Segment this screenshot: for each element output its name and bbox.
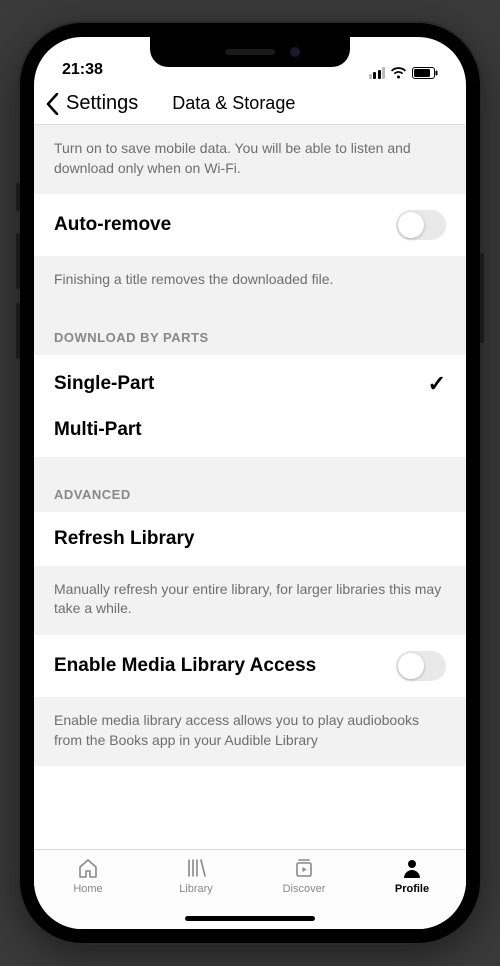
auto-remove-label: Auto-remove	[54, 214, 171, 236]
battery-icon	[412, 67, 438, 79]
tab-label: Home	[73, 883, 102, 895]
status-right	[369, 67, 439, 79]
wifi-only-description: Turn on to save mobile data. You will be…	[34, 125, 466, 194]
discover-icon	[291, 856, 317, 880]
download-parts-header: DOWNLOAD BY PARTS	[34, 306, 466, 355]
tab-profile[interactable]: Profile	[358, 856, 466, 929]
media-access-description: Enable media library access allows you t…	[34, 697, 466, 766]
home-icon	[75, 856, 101, 880]
wifi-icon	[390, 67, 407, 79]
auto-remove-description: Finishing a title removes the downloaded…	[34, 256, 466, 306]
library-icon	[183, 856, 209, 880]
home-indicator[interactable]	[185, 916, 315, 921]
single-part-row[interactable]: Single-Part ✓	[34, 355, 466, 413]
power-button	[480, 253, 484, 343]
refresh-library-row[interactable]: Refresh Library	[34, 512, 466, 566]
mute-switch	[16, 183, 20, 211]
tab-label: Library	[179, 883, 213, 895]
media-access-toggle[interactable]	[396, 651, 446, 681]
back-button-label[interactable]: Settings	[66, 92, 138, 115]
multi-part-row[interactable]: Multi-Part	[34, 413, 466, 457]
cellular-icon	[369, 67, 386, 79]
auto-remove-row[interactable]: Auto-remove	[34, 194, 466, 256]
media-access-label: Enable Media Library Access	[54, 655, 316, 677]
auto-remove-toggle[interactable]	[396, 210, 446, 240]
content-scroll[interactable]: Turn on to save mobile data. You will be…	[34, 125, 466, 849]
phone-frame: 21:38 Settings Data & Storage Turn on to…	[20, 23, 480, 943]
volume-up-button	[16, 233, 20, 289]
page-title: Data & Storage	[172, 93, 295, 114]
back-chevron-icon[interactable]	[44, 92, 60, 116]
refresh-library-label: Refresh Library	[54, 528, 194, 550]
multi-part-label: Multi-Part	[54, 419, 142, 441]
tab-home[interactable]: Home	[34, 856, 142, 929]
status-time: 21:38	[62, 61, 103, 79]
profile-icon	[399, 856, 425, 880]
media-access-row[interactable]: Enable Media Library Access	[34, 635, 466, 697]
checkmark-icon: ✓	[428, 371, 446, 397]
screen: 21:38 Settings Data & Storage Turn on to…	[34, 37, 466, 929]
refresh-library-description: Manually refresh your entire library, fo…	[34, 566, 466, 635]
advanced-header: ADVANCED	[34, 457, 466, 512]
tab-label: Discover	[283, 883, 326, 895]
tab-label: Profile	[395, 883, 429, 895]
volume-down-button	[16, 303, 20, 359]
single-part-label: Single-Part	[54, 373, 154, 395]
notch	[150, 37, 350, 67]
nav-bar: Settings Data & Storage	[34, 83, 466, 125]
